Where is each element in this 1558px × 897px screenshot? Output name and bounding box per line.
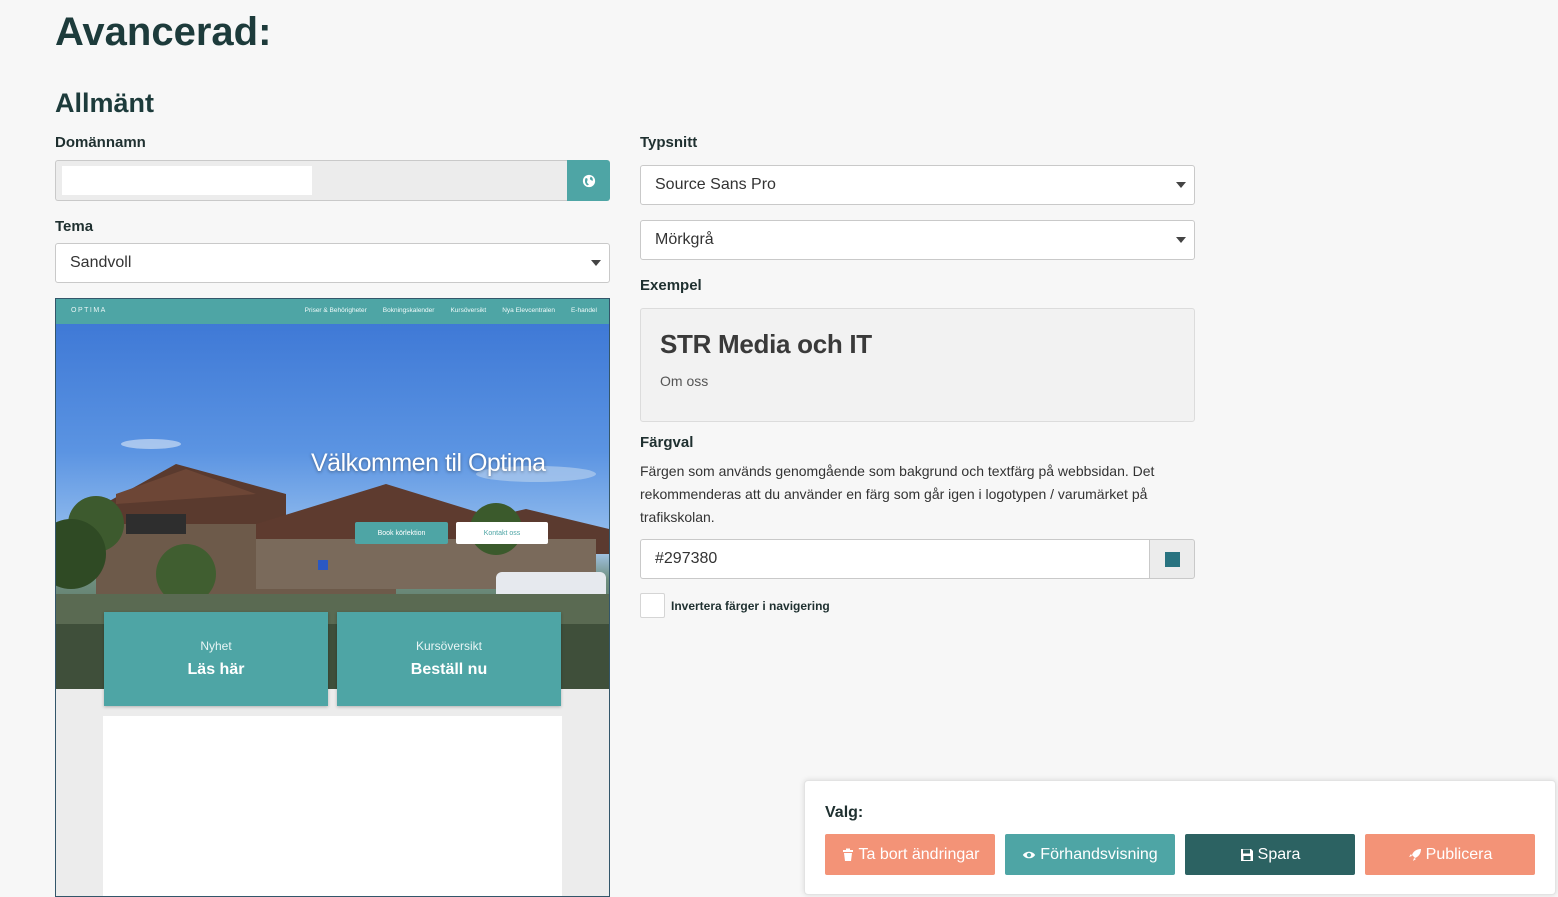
theme-label: Tema (55, 218, 94, 235)
page-title: Avancerad: (55, 10, 272, 54)
font-family-select[interactable]: Source Sans Pro (640, 165, 1195, 205)
actions-title: Valg: (825, 804, 864, 821)
preview-nav-link: E-handel (570, 307, 597, 314)
publish-label: Publicera (1425, 845, 1493, 863)
color-description: Färgen som används genomgående som bakgr… (640, 463, 1155, 525)
preview-content-area (103, 716, 562, 896)
color-swatch (1164, 551, 1180, 567)
section-title: Allmänt (55, 88, 155, 118)
discard-changes-label: Ta bort ändringar (858, 845, 980, 863)
preview-navbar: OPTIMA Priser & Behörigheter Bokningskal… (56, 299, 609, 324)
preview-button[interactable]: Förhandsvisning (1005, 834, 1175, 875)
font-example-box: STR Media och IT Om oss (640, 308, 1195, 422)
preview-card-small: Kursöversikt (415, 639, 483, 653)
save-label: Spara (1257, 845, 1301, 863)
preview-nav-link: Kursöversikt (450, 307, 487, 314)
floppy-disk-icon (1240, 848, 1253, 861)
rocket-icon (1408, 848, 1421, 861)
domain-field (55, 160, 610, 201)
preview-nav-links: Priser & Behörigheter Bokningskalender K… (305, 307, 597, 314)
save-button[interactable]: Spara (1185, 834, 1355, 875)
preview-card-small: Nyhet (200, 639, 232, 653)
font-color-select[interactable]: Mörkgrå (640, 220, 1195, 260)
font-color-value: Mörkgrå (655, 231, 714, 248)
domain-value[interactable] (62, 166, 312, 195)
preview-primary-button: Book körlektion (355, 522, 448, 544)
trash-icon (842, 848, 853, 861)
color-field: #297380 (640, 539, 1195, 579)
eye-icon (1023, 851, 1036, 858)
example-label: Exempel (640, 277, 702, 294)
example-title: STR Media och IT (660, 329, 872, 359)
discard-changes-button[interactable]: Ta bort ändringar (825, 834, 995, 875)
theme-selected-value: Sandvoll (70, 254, 132, 271)
publish-button[interactable]: Publicera (1365, 834, 1535, 875)
globe-icon (582, 174, 595, 187)
example-subtitle: Om oss (660, 373, 709, 389)
color-picker-button[interactable] (1149, 539, 1195, 579)
chevron-down-icon (1176, 237, 1186, 243)
preview-logo: OPTIMA (71, 307, 107, 314)
theme-select[interactable]: Sandvoll (55, 243, 610, 283)
preview-card: Kursöversikt Beställ nu (337, 612, 561, 706)
preview-nav-link: Nya Elevcentralen (502, 307, 555, 314)
invert-colors-label[interactable]: Invertera färger i navigering (671, 599, 830, 613)
domain-input[interactable] (55, 160, 567, 201)
preview-secondary-button: Kontakt oss (456, 522, 548, 544)
preview-label: Förhandsvisning (1040, 845, 1158, 863)
preview-card-big: Läs här (187, 661, 245, 678)
chevron-down-icon (591, 260, 601, 266)
preview-nav-link: Priser & Behörigheter (304, 307, 367, 314)
domain-label: Domännamn (55, 134, 146, 151)
invert-colors-checkbox[interactable] (640, 593, 665, 618)
preview-hero-title: Välkommen til Optima (311, 449, 546, 477)
theme-preview: OPTIMA Priser & Behörigheter Bokningskal… (55, 298, 610, 897)
preview-card-big: Beställ nu (410, 661, 488, 678)
font-family-value: Source Sans Pro (655, 176, 776, 193)
color-label: Färgval (640, 434, 694, 451)
preview-card: Nyhet Läs här (104, 612, 328, 706)
preview-nav-link: Bokningskalender (382, 307, 435, 314)
domain-globe-button[interactable] (567, 160, 610, 201)
font-label: Typsnitt (640, 134, 698, 151)
chevron-down-icon (1176, 182, 1186, 188)
actions-panel: Valg: Ta bort ändringar Förhandsvisning … (804, 780, 1556, 895)
color-hex-input[interactable]: #297380 (640, 539, 1149, 579)
